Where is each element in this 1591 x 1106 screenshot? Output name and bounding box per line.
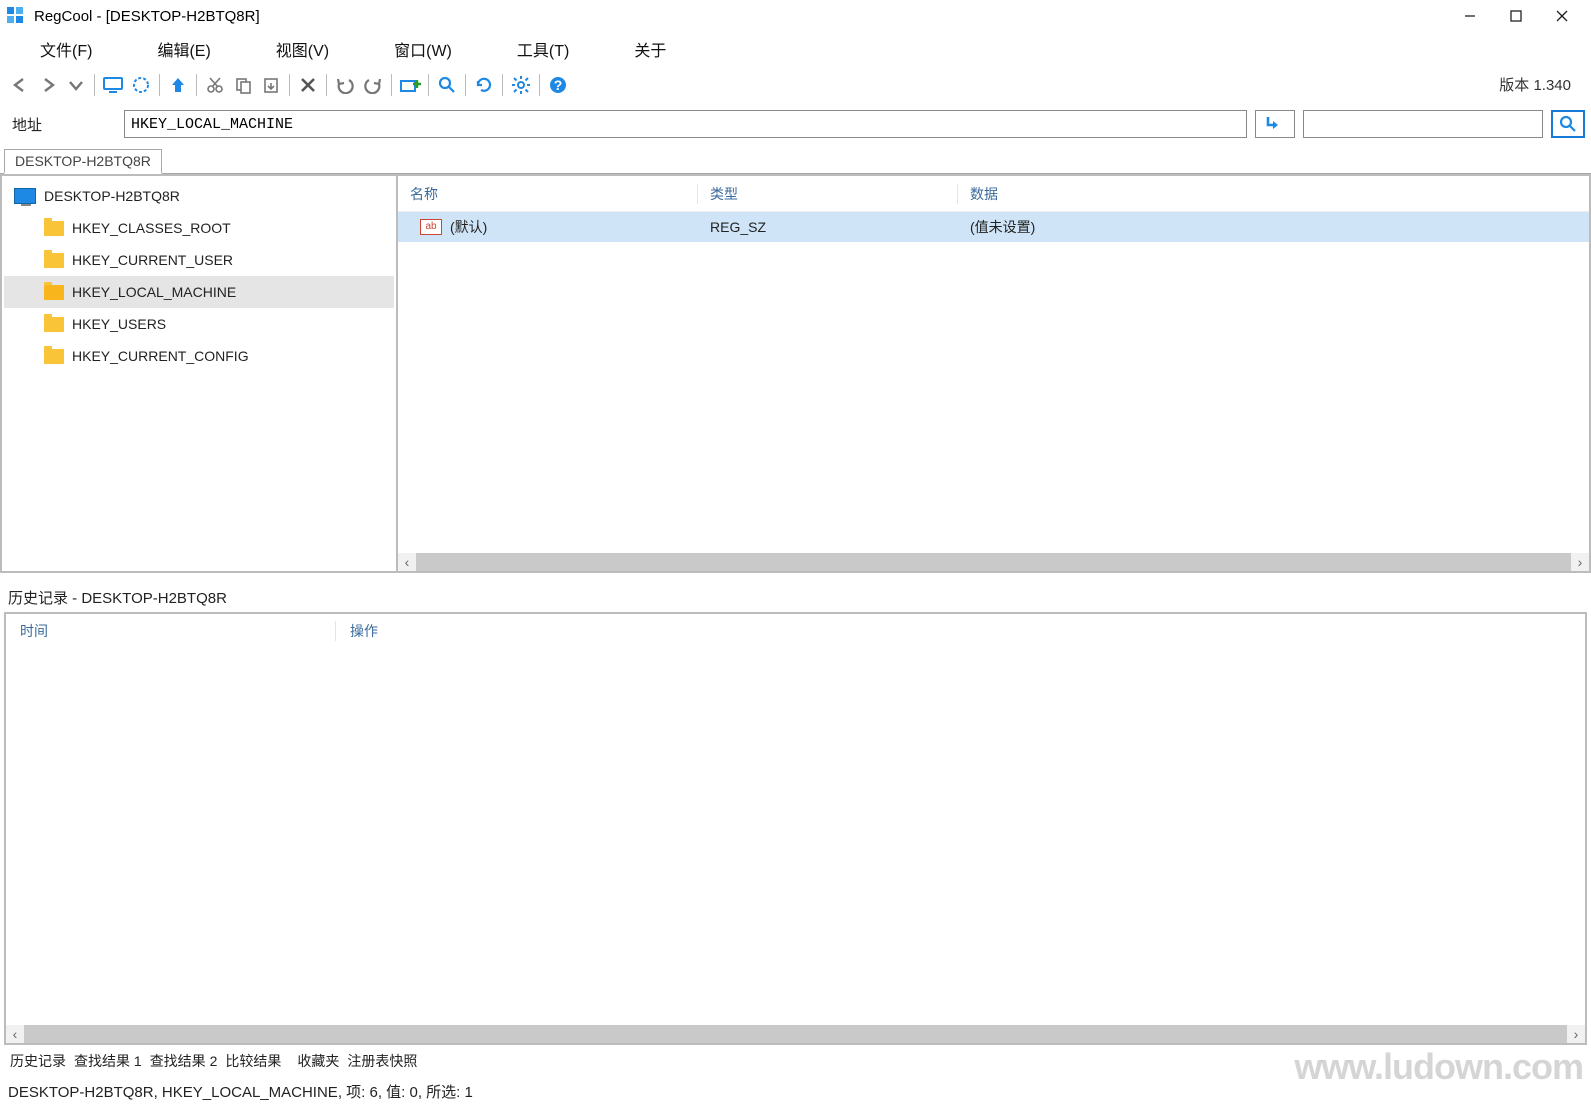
folder-open-icon [44, 285, 64, 300]
app-logo-icon [6, 6, 26, 26]
tree-item-hkcc[interactable]: HKEY_CURRENT_CONFIG [4, 340, 394, 372]
version-label: 版本 1.340 [1499, 74, 1585, 95]
history-panel: 时间 操作 ‹ › [4, 612, 1587, 1045]
svg-text:?: ? [554, 77, 563, 93]
paste-icon[interactable] [257, 71, 285, 99]
tab-favorites[interactable]: 收藏夹 [297, 1051, 339, 1071]
titlebar: RegCool - [DESKTOP-H2BTQ8R] [0, 0, 1591, 32]
window-title: RegCool - [DESKTOP-H2BTQ8R] [34, 8, 1447, 25]
values-header: 名称 类型 数据 [398, 176, 1589, 212]
tree-root-label: DESKTOP-H2BTQ8R [44, 188, 180, 204]
folder-icon [44, 253, 64, 268]
address-bar: 地址 [0, 106, 1591, 142]
breadcrumb-tab[interactable]: DESKTOP-H2BTQ8R [4, 149, 162, 174]
address-input[interactable] [124, 110, 1247, 138]
tab-compare[interactable]: 比较结果 [225, 1051, 281, 1071]
breadcrumb-bar: DESKTOP-H2BTQ8R [0, 148, 1591, 173]
redo-icon[interactable] [359, 71, 387, 99]
remote-computer-icon[interactable] [127, 71, 155, 99]
menu-edit[interactable]: 编辑(E) [157, 37, 210, 61]
value-data: (值未设置) [958, 217, 1589, 237]
value-type: REG_SZ [698, 219, 958, 235]
menu-tools[interactable]: 工具(T) [517, 37, 569, 61]
address-label: 地址 [6, 114, 116, 135]
values-list: 名称 类型 数据 ab (默认) REG_SZ (值未设置) ‹ › [398, 174, 1591, 573]
scroll-left-icon[interactable]: ‹ [398, 553, 416, 571]
close-button[interactable] [1539, 0, 1585, 32]
find-icon[interactable] [433, 71, 461, 99]
col-header-type[interactable]: 类型 [698, 184, 958, 204]
col-header-time[interactable]: 时间 [6, 621, 336, 641]
bottom-tabs: 历史记录 查找结果 1 查找结果 2 比较结果 收藏夹 注册表快照 [0, 1045, 1591, 1077]
tree-item-label: HKEY_USERS [72, 316, 166, 332]
tab-result2[interactable]: 查找结果 2 [150, 1051, 218, 1071]
nav-back-icon[interactable] [6, 71, 34, 99]
values-hscroll[interactable]: ‹ › [398, 553, 1589, 571]
computer-icon [14, 188, 36, 204]
copy-icon[interactable] [229, 71, 257, 99]
registry-tree[interactable]: DESKTOP-H2BTQ8R HKEY_CLASSES_ROOT HKEY_C… [0, 174, 398, 573]
scroll-left-icon[interactable]: ‹ [6, 1025, 24, 1043]
col-header-op[interactable]: 操作 [336, 621, 1585, 641]
menubar: 文件(F) 编辑(E) 视图(V) 窗口(W) 工具(T) 关于 [0, 32, 1591, 66]
help-icon[interactable]: ? [544, 71, 572, 99]
tree-item-hkcu[interactable]: HKEY_CURRENT_USER [4, 244, 394, 276]
tree-item-label: HKEY_CLASSES_ROOT [72, 220, 231, 236]
delete-icon[interactable] [294, 71, 322, 99]
tree-item-hkcr[interactable]: HKEY_CLASSES_ROOT [4, 212, 394, 244]
statusbar: DESKTOP-H2BTQ8R, HKEY_LOCAL_MACHINE, 项: … [0, 1077, 1591, 1106]
history-hscroll[interactable]: ‹ › [6, 1025, 1585, 1043]
history-title: 历史记录 - DESKTOP-H2BTQ8R [0, 585, 1591, 610]
value-row[interactable]: ab (默认) REG_SZ (值未设置) [398, 212, 1589, 242]
col-header-data[interactable]: 数据 [958, 184, 1589, 204]
settings-icon[interactable] [507, 71, 535, 99]
toolbar: ? 版本 1.340 [0, 66, 1591, 102]
search-input[interactable] [1303, 110, 1543, 138]
menu-about[interactable]: 关于 [634, 37, 666, 61]
tree-item-label: HKEY_LOCAL_MACHINE [72, 284, 236, 300]
minimize-button[interactable] [1447, 0, 1493, 32]
new-key-icon[interactable] [396, 71, 424, 99]
tree-item-label: HKEY_CURRENT_USER [72, 252, 233, 268]
menu-file[interactable]: 文件(F) [40, 37, 92, 61]
folder-icon [44, 349, 64, 364]
tree-item-hku[interactable]: HKEY_USERS [4, 308, 394, 340]
folder-icon [44, 221, 64, 236]
menu-view[interactable]: 视图(V) [276, 37, 329, 61]
scroll-right-icon[interactable]: › [1567, 1025, 1585, 1043]
go-button[interactable] [1255, 110, 1295, 138]
tab-history[interactable]: 历史记录 [10, 1051, 66, 1071]
tree-item-label: HKEY_CURRENT_CONFIG [72, 348, 249, 364]
nav-forward-icon[interactable] [34, 71, 62, 99]
col-header-name[interactable]: 名称 [398, 184, 698, 204]
scroll-right-icon[interactable]: › [1571, 553, 1589, 571]
search-button[interactable] [1551, 110, 1585, 138]
menu-window[interactable]: 窗口(W) [394, 37, 452, 61]
cut-icon[interactable] [201, 71, 229, 99]
local-computer-icon[interactable] [99, 71, 127, 99]
nav-down-icon[interactable] [62, 71, 90, 99]
tab-snapshot[interactable]: 注册表快照 [347, 1051, 417, 1071]
nav-up-icon[interactable] [164, 71, 192, 99]
maximize-button[interactable] [1493, 0, 1539, 32]
tree-item-hklm[interactable]: HKEY_LOCAL_MACHINE [4, 276, 394, 308]
tab-result1[interactable]: 查找结果 1 [74, 1051, 142, 1071]
reg-sz-icon: ab [420, 219, 442, 235]
tree-root[interactable]: DESKTOP-H2BTQ8R [4, 180, 394, 212]
refresh-icon[interactable] [470, 71, 498, 99]
value-name: (默认) [450, 217, 487, 237]
undo-icon[interactable] [331, 71, 359, 99]
history-header: 时间 操作 [6, 614, 1585, 648]
main-split: DESKTOP-H2BTQ8R HKEY_CLASSES_ROOT HKEY_C… [0, 173, 1591, 573]
folder-icon [44, 317, 64, 332]
